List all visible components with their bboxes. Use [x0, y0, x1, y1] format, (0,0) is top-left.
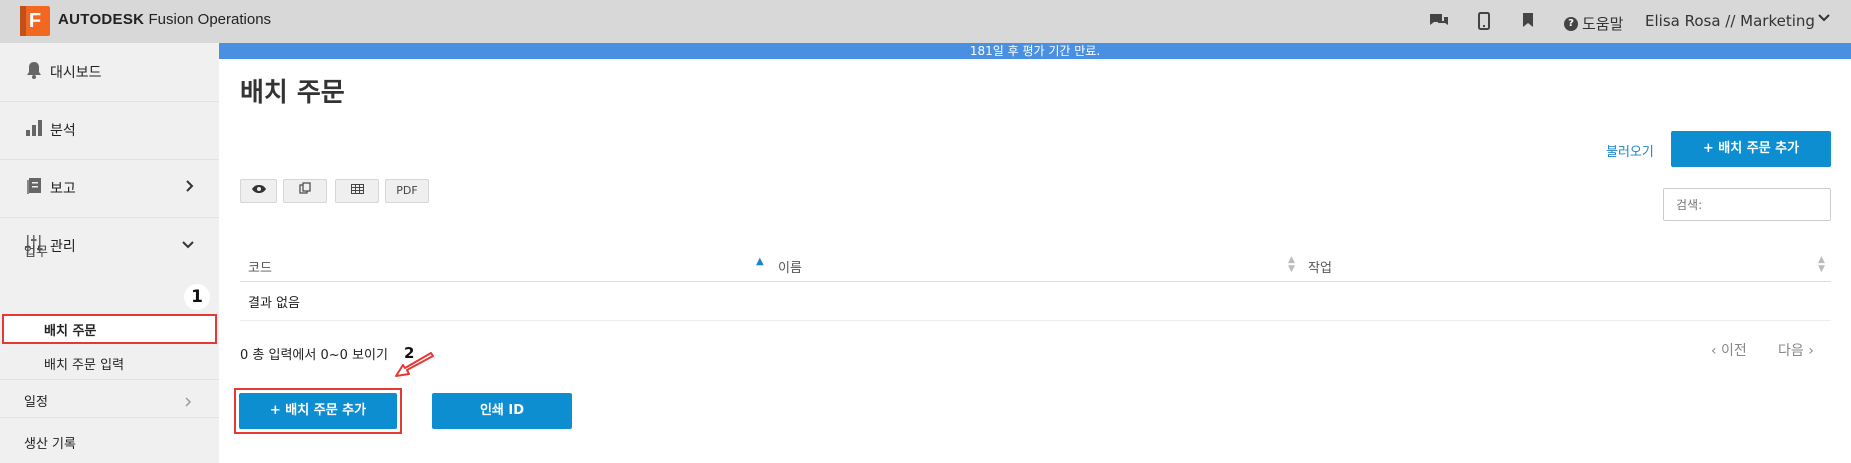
- bookmark-icon[interactable]: [1517, 12, 1539, 32]
- chevron-right-icon: [184, 393, 192, 412]
- column-header-name[interactable]: 이름: [778, 257, 802, 276]
- copy-button[interactable]: [283, 179, 327, 203]
- brand-bold: AUTODESK: [58, 11, 145, 28]
- sidebar-item-batch-order-entry[interactable]: 배치 주문 입력: [44, 354, 204, 373]
- user-menu[interactable]: Elisa Rosa // Marketing: [1645, 12, 1815, 30]
- prev-page-button[interactable]: ‹ 이전: [1711, 340, 1747, 360]
- sort-icon[interactable]: ▲ ▼: [1818, 256, 1825, 274]
- sidebar-item-schedule[interactable]: 일정: [24, 391, 194, 410]
- help-menu[interactable]: ? 도움말: [1564, 13, 1623, 34]
- empty-result: 결과 없음: [248, 296, 300, 311]
- top-bar: F AUTODESK Fusion Operations ? 도움말 Elisa…: [0, 0, 1851, 43]
- table-header: 코드 ▲ 이름 ▲ ▼ 작업 ▲ ▼: [240, 250, 1831, 282]
- sidebar-item-batch-orders-label: 배치 주문: [44, 324, 97, 339]
- sidebar-item-analysis[interactable]: 분석: [0, 101, 219, 159]
- sidebar-item-label: 대시보드: [50, 65, 102, 81]
- bar-chart-icon: [24, 119, 44, 141]
- chat-icon[interactable]: [1428, 12, 1450, 32]
- excel-button[interactable]: [335, 179, 379, 203]
- sidebar-item-label: 보고: [50, 181, 76, 197]
- add-batch-order-button[interactable]: + 배치 주문 추가: [239, 393, 397, 429]
- logo-letter: F: [28, 10, 42, 32]
- sidebar-section-work: 업무: [24, 245, 48, 260]
- load-link[interactable]: 불러오기: [1606, 141, 1654, 160]
- brand-title: AUTODESK Fusion Operations: [58, 11, 271, 28]
- bell-icon: [24, 61, 44, 83]
- divider: [0, 417, 219, 418]
- sort-icon[interactable]: ▲ ▼: [1288, 256, 1295, 274]
- pdf-button[interactable]: PDF: [385, 179, 429, 203]
- column-header-code[interactable]: 코드: [248, 257, 272, 276]
- sidebar-item-dashboard[interactable]: 대시보드: [0, 43, 219, 101]
- table-icon: [350, 184, 364, 197]
- sidebar-item-label: 분석: [50, 123, 76, 139]
- eye-icon: [251, 184, 267, 197]
- view-button[interactable]: [240, 179, 277, 203]
- brand-product: Fusion Operations: [148, 11, 272, 28]
- copy-icon: [299, 182, 311, 197]
- search-input[interactable]: [1663, 188, 1831, 221]
- help-icon: ?: [1564, 16, 1578, 31]
- table-info: 0 총 입력에서 0~0 보이기: [240, 348, 388, 363]
- report-icon: [24, 177, 44, 199]
- divider: [0, 379, 219, 380]
- sort-asc-icon[interactable]: ▲: [756, 256, 764, 267]
- annotation-badge-1: 1: [184, 284, 210, 310]
- chevron-right-icon: [185, 179, 195, 197]
- column-header-actions[interactable]: 작업: [1308, 257, 1332, 276]
- next-page-button[interactable]: 다음 ›: [1778, 340, 1814, 360]
- divider: [240, 320, 1831, 321]
- fusion-logo[interactable]: F: [20, 6, 50, 36]
- help-label: 도움말: [1582, 15, 1624, 33]
- sidebar-item-reports[interactable]: 보고: [0, 159, 219, 217]
- sidebar-item-production-records[interactable]: 생산 기록: [24, 433, 194, 452]
- chevron-down-icon[interactable]: [1817, 11, 1831, 29]
- print-id-button[interactable]: 인쇄 ID: [432, 393, 572, 429]
- annotation-arrow-icon: [393, 352, 437, 386]
- trial-banner: 181일 후 평가 기간 만료.: [219, 43, 1851, 59]
- page-title: 배치 주문: [240, 78, 345, 108]
- add-batch-order-button-top[interactable]: + 배치 주문 추가: [1671, 131, 1831, 167]
- mobile-icon[interactable]: [1473, 12, 1495, 32]
